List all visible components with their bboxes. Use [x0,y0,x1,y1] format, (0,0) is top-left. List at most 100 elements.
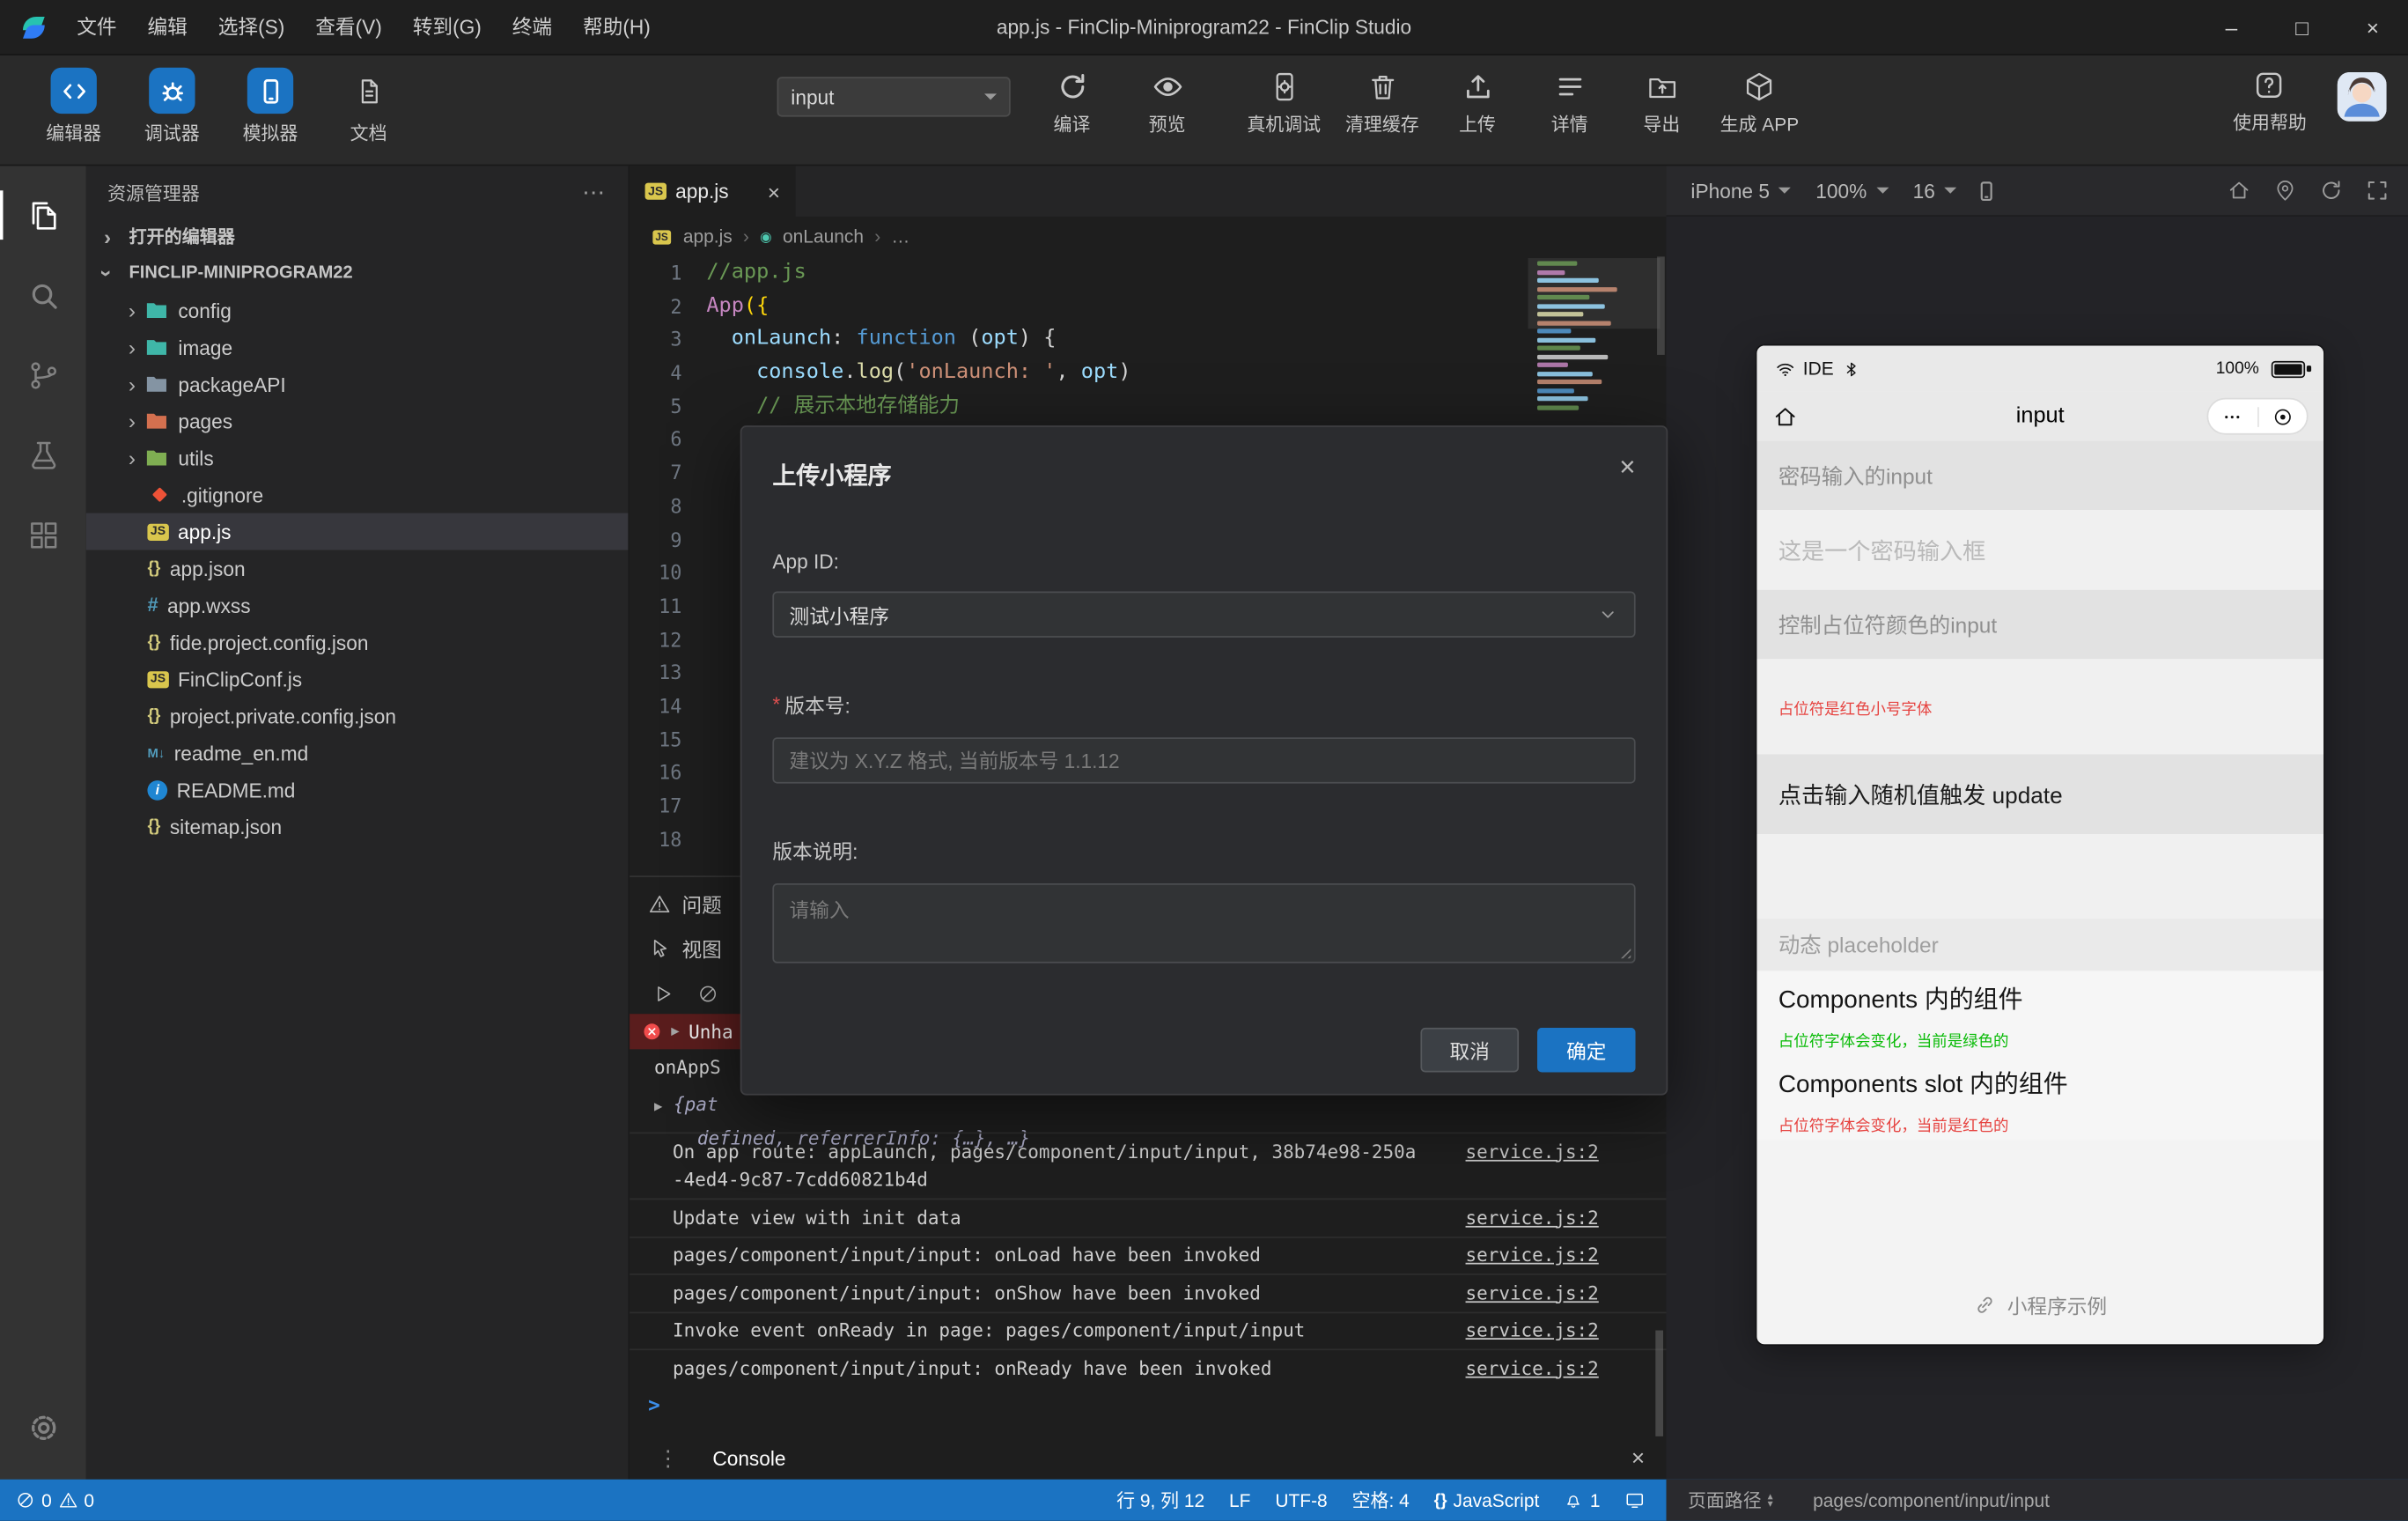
menu-item[interactable]: 编辑 [132,0,203,55]
log-source-link[interactable]: service.js:2 [1466,1241,1599,1269]
tree-item-app-js[interactable]: JS app.js [85,513,629,550]
clear-cache-button[interactable]: 清理缓存 [1345,70,1419,137]
code-line[interactable]: 2 App({ [630,290,1666,323]
search-combobox[interactable]: input [777,77,1011,117]
tree-item-utils[interactable]: › utils [86,439,629,476]
tab-app-js[interactable]: JS app.js × [630,166,796,217]
problems-tab[interactable]: 问题 [648,886,722,919]
sim-section-input-placeholder[interactable]: 这是一个密码输入框 [1756,510,2324,590]
console-tab[interactable]: Console [712,1446,785,1469]
debugger-button[interactable]: 调试器 [132,67,212,146]
tree-item-app-wxss[interactable]: # app.wxss [86,587,629,624]
cancel-button[interactable]: 取消 [1420,1027,1520,1073]
editor-scrollbar[interactable] [1657,256,1665,355]
appid-select[interactable]: 测试小程序 [772,591,1636,638]
dialog-close-icon[interactable]: × [1619,452,1635,484]
tree-item-config[interactable]: › config [86,292,629,329]
code-line[interactable]: 5 // 展示本地存储能力 [630,390,1666,424]
version-input[interactable] [772,737,1636,784]
menu-item[interactable]: 终端 [497,0,567,55]
sim-section-input-red-small[interactable]: 占位符是红色小号字体 [1756,659,2324,755]
console-scrollbar[interactable] [1655,1330,1664,1442]
log-source-link[interactable]: service.js:2 [1466,1204,1599,1232]
menu-item[interactable]: 查看(V) [300,0,397,55]
tree-item-packageapi[interactable]: › packageAPI [86,365,629,402]
close-capsule-icon[interactable] [2271,405,2294,428]
more-icon[interactable] [2221,405,2244,428]
fullscreen-icon[interactable] [2365,178,2390,203]
remote-debug-button[interactable]: 真机调试 [1247,70,1321,137]
tree-item-project-private-config-json[interactable]: {} project.private.config.json [86,698,629,735]
indent-indicator[interactable]: 空格: 4 [1352,1487,1410,1513]
minimap[interactable] [1528,258,1661,414]
menu-item[interactable]: 选择(S) [203,0,299,55]
simulator-button[interactable]: 模拟器 [231,67,311,146]
activity-test[interactable] [0,415,86,495]
drag-handle-icon[interactable]: ⋮ [658,1444,679,1471]
minimize-button[interactable]: – [2196,0,2266,55]
breadcrumb-item-file[interactable]: app.js [683,225,733,247]
log-source-link[interactable]: service.js:2 [1466,1279,1599,1307]
docs-button[interactable]: 文档 [328,68,409,146]
help-button[interactable]: 使用帮助 [2233,69,2307,135]
export-button[interactable]: 导出 [1628,70,1696,137]
upload-button[interactable]: 上传 [1444,70,1512,137]
tree-item-image[interactable]: › image [86,329,629,365]
more-actions-icon[interactable]: ⋯ [582,178,607,206]
activity-search[interactable] [0,255,86,336]
activity-extensions[interactable] [0,495,86,575]
panel-close-icon[interactable]: × [1631,1444,1645,1471]
settings-button[interactable] [0,1387,86,1467]
fontsize-select[interactable]: 16 [1907,179,1963,202]
sim-section-input-empty[interactable] [1756,834,2324,919]
ok-button[interactable]: 确定 [1536,1027,1636,1073]
code-line[interactable]: 4 console.log('onLaunch: ', opt) [630,357,1666,390]
tree-item-finclipconf-js[interactable]: JS FinClipConf.js [86,661,629,698]
tree-item-fide-project-config-json[interactable]: {} fide.project.config.json [86,624,629,661]
eol-indicator[interactable]: LF [1229,1489,1250,1510]
page-path-select[interactable]: 页面路径 ▴ ▾ [1688,1487,1773,1513]
home-icon[interactable] [1772,403,1799,430]
tree-item-readme-en-md[interactable]: M↓ readme_en.md [86,735,629,772]
log-source-link[interactable]: service.js:2 [1466,1317,1599,1345]
zoom-select[interactable]: 100% [1809,179,1894,202]
user-avatar[interactable] [2337,71,2387,122]
preview-button[interactable]: 预览 [1133,70,1201,137]
menu-item[interactable]: 文件 [62,0,132,55]
view-tab[interactable]: 视图 [648,931,722,964]
activity-explorer[interactable] [0,175,86,255]
project-root-row[interactable]: › FINCLIP-MINIPROGRAM22 [86,255,629,292]
home-icon[interactable] [2227,178,2251,203]
maximize-button[interactable]: □ [2267,0,2338,55]
mini-program-footer-link[interactable]: 小程序示例 [1756,1290,2323,1319]
tab-close-icon[interactable]: × [768,179,780,203]
code-line[interactable]: 3 onLaunch: function (opt) { [630,323,1666,357]
device-select[interactable]: iPhone 5 [1684,179,1797,202]
expand-icon[interactable]: ▶ [654,1100,662,1115]
menu-item[interactable]: 转到(G) [397,0,497,55]
tree-item-gitignore[interactable]: .gitignore [86,476,629,513]
language-indicator[interactable]: {} JavaScript [1434,1489,1540,1510]
notifications-button[interactable]: 1 [1564,1489,1601,1510]
code-line[interactable]: 1//app.js [630,256,1666,290]
refresh-icon[interactable] [2319,178,2344,203]
encoding-indicator[interactable]: UTF-8 [1275,1489,1327,1510]
tree-item-sitemap-json[interactable]: {} sitemap.json [86,808,629,845]
device-rotate-icon[interactable] [1975,179,1998,202]
tree-item-pages[interactable]: › pages [86,402,629,439]
problems-indicator[interactable]: 0 0 [15,1489,94,1510]
tree-item-app-json[interactable]: {} app.json [86,550,629,587]
open-editors-row[interactable]: › 打开的编辑器 [86,218,629,255]
gen-app-button[interactable]: 生成 APP [1720,70,1799,137]
console-prompt[interactable]: > [630,1386,1666,1417]
menu-item[interactable]: 帮助(H) [568,0,666,55]
play-icon[interactable] [652,983,674,1004]
clear-console-icon[interactable] [697,983,718,1004]
location-icon[interactable] [2273,178,2298,203]
breadcrumb-item-symbol[interactable]: onLaunch [783,225,864,247]
compile-button[interactable]: 编译 [1038,70,1106,137]
details-button[interactable]: 详情 [1535,70,1603,137]
tree-item-readme-md[interactable]: i README.md [86,772,629,808]
desc-textarea[interactable] [772,882,1636,964]
log-source-link[interactable]: service.js:2 [1466,1138,1599,1166]
